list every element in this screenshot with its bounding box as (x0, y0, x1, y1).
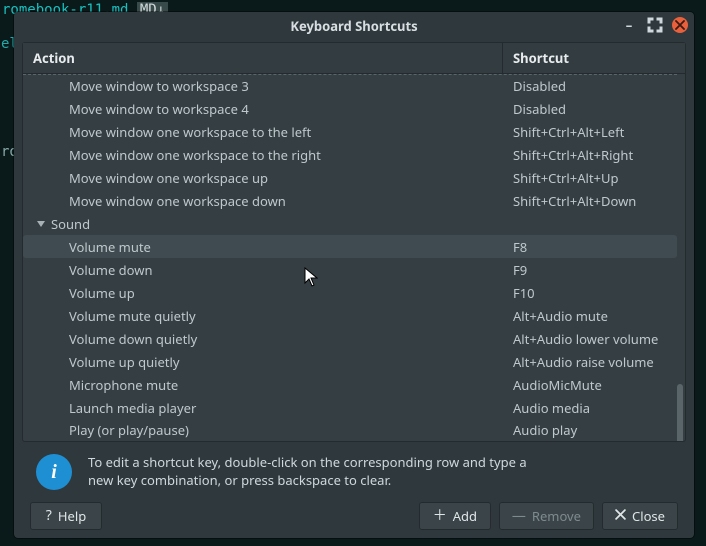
cell-shortcut: F8 (503, 238, 677, 256)
shortcut-row[interactable]: Volume mute quietlyAlt+Audio mute (23, 304, 677, 327)
window-title: Keyboard Shortcuts (290, 17, 417, 35)
shortcut-row[interactable]: Volume upF10 (23, 281, 677, 304)
cell-action: Move window one workspace up (23, 169, 503, 187)
shortcut-row[interactable]: Move window one workspace to the leftShi… (23, 120, 677, 143)
cell-shortcut: F9 (503, 261, 677, 279)
shortcut-row[interactable]: Move window one workspace upShift+Ctrl+A… (23, 166, 677, 189)
help-button[interactable]: ? Help (30, 502, 102, 530)
group-label: Sound (51, 215, 90, 233)
shortcut-row[interactable]: Volume down quietlyAlt+Audio lower volum… (23, 327, 677, 350)
close-icon (615, 509, 626, 523)
close-dialog-button[interactable]: Close (602, 502, 678, 530)
info-icon: i (36, 454, 72, 490)
add-button[interactable]: ＋ Add (419, 502, 491, 530)
footer: ? Help ＋ Add — Remove Close (22, 496, 686, 538)
minimize-button[interactable]: – (620, 16, 638, 34)
shortcut-row[interactable]: Move window one workspace downShift+Ctrl… (23, 189, 677, 212)
cell-action: Volume mute (23, 238, 503, 256)
titlebar: Keyboard Shortcuts – (14, 12, 694, 40)
keyboard-shortcuts-window: Keyboard Shortcuts – Action Shortcut Mov… (14, 12, 694, 538)
cell-action: Launch media player (23, 399, 503, 417)
cell-shortcut: Shift+Ctrl+Alt+Down (503, 192, 677, 210)
chevron-down-icon[interactable] (37, 221, 45, 227)
hint-text: To edit a shortcut key, double-click on … (88, 454, 527, 489)
cell-shortcut: Disabled (503, 100, 677, 118)
shortcut-row[interactable]: Launch media playerAudio media (23, 396, 677, 419)
cell-shortcut: Shift+Ctrl+Alt+Right (503, 146, 677, 164)
close-button[interactable] (672, 17, 688, 33)
cell-shortcut: Shift+Ctrl+Alt+Up (503, 169, 677, 187)
cell-action: Volume up quietly (23, 353, 503, 371)
cell-shortcut: AudioMicMute (503, 376, 677, 394)
shortcut-row[interactable]: Volume up quietlyAlt+Audio raise volume (23, 350, 677, 373)
shortcut-row[interactable]: Move window to workspace 4Disabled (23, 97, 677, 120)
cell-action: Move window to workspace 3 (23, 77, 503, 95)
group-row[interactable]: Sound (23, 212, 677, 235)
column-header-action[interactable]: Action (23, 43, 503, 73)
shortcut-row[interactable]: Volume muteF8 (23, 235, 677, 258)
cell-shortcut: Alt+Audio mute (503, 307, 677, 325)
cell-action: Volume mute quietly (23, 307, 503, 325)
cell-action: Move window to workspace 4 (23, 100, 503, 118)
cell-action: Volume up (23, 284, 503, 302)
shortcut-row[interactable]: Move window to workspace 3Disabled (23, 74, 677, 97)
cell-action: Microphone mute (23, 376, 503, 394)
cell-shortcut: Audio play (503, 421, 677, 439)
cell-shortcut: Audio media (503, 399, 677, 417)
cell-shortcut: Shift+Ctrl+Alt+Left (503, 123, 677, 141)
cell-action: Play (or play/pause) (23, 421, 503, 439)
cell-action: Move window one workspace to the left (23, 123, 503, 141)
scrollbar-thumb[interactable] (677, 384, 683, 441)
cell-action: Move window one workspace to the right (23, 146, 503, 164)
help-icon: ? (46, 509, 52, 523)
cell-shortcut: Alt+Audio raise volume (503, 353, 677, 371)
shortcut-row[interactable]: Volume downF9 (23, 258, 677, 281)
column-header-shortcut[interactable]: Shortcut (503, 43, 685, 73)
minus-icon: — (512, 509, 526, 523)
cell-action: Move window one workspace down (23, 192, 503, 210)
cell-action: Volume down quietly (23, 330, 503, 348)
maximize-button[interactable] (646, 16, 664, 34)
cell-action: Volume down (23, 261, 503, 279)
plus-icon: ＋ (433, 509, 447, 523)
cell-shortcut: Alt+Audio lower volume (503, 330, 677, 348)
shortcut-row[interactable]: Move window one workspace to the rightSh… (23, 143, 677, 166)
shortcut-row[interactable]: Play (or play/pause)Audio play (23, 419, 677, 441)
cell-action: Sound (23, 215, 503, 233)
shortcuts-table: Action Shortcut Move window to workspace… (22, 42, 686, 442)
table-header: Action Shortcut (23, 43, 685, 74)
cell-shortcut: Disabled (503, 77, 677, 95)
cell-shortcut: F10 (503, 284, 677, 302)
shortcut-row[interactable]: Microphone muteAudioMicMute (23, 373, 677, 396)
remove-button[interactable]: — Remove (499, 502, 594, 530)
hint-bar: i To edit a shortcut key, double-click o… (22, 442, 686, 496)
